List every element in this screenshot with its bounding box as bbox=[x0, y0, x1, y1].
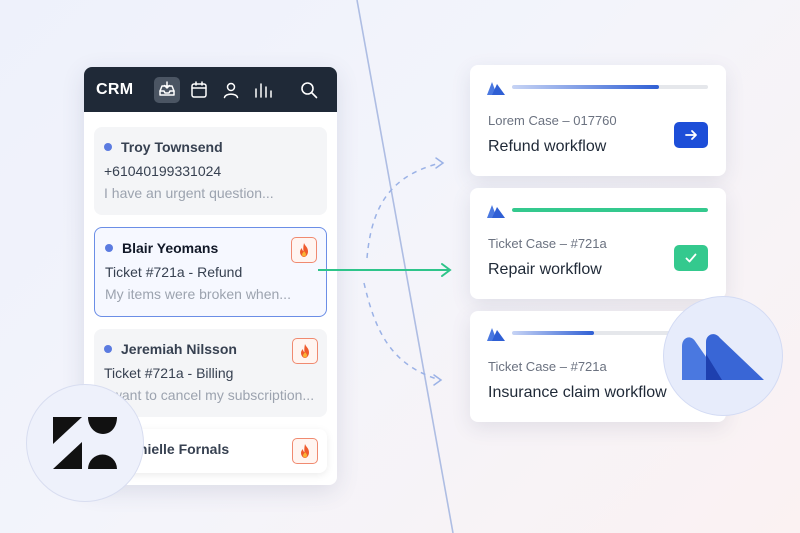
ticket-item-selected[interactable]: Blair Yeomans Ticket #721a - Refund My i… bbox=[94, 227, 327, 317]
crm-header: CRM bbox=[84, 67, 337, 112]
brand-logo-icon bbox=[487, 205, 505, 218]
inbox-icon[interactable] bbox=[154, 76, 180, 103]
calendar-icon[interactable] bbox=[186, 77, 212, 103]
brand-logo-icon bbox=[487, 82, 505, 95]
workflow-title: Repair workflow bbox=[488, 261, 602, 278]
brand-logo-icon bbox=[682, 334, 764, 380]
status-dot bbox=[104, 345, 112, 353]
ticket-subject: Ticket #721a - Billing bbox=[104, 365, 234, 381]
brand-logo-badge bbox=[663, 296, 783, 416]
check-icon bbox=[685, 253, 697, 263]
ticket-phone: +61040199331024 bbox=[104, 163, 222, 179]
workflow-progress bbox=[512, 85, 708, 89]
chart-icon[interactable] bbox=[250, 77, 276, 103]
workflow-case-id: Ticket Case – #721a bbox=[488, 359, 607, 374]
arrow-right-icon bbox=[685, 130, 697, 140]
user-icon[interactable] bbox=[218, 77, 244, 103]
zendesk-logo-icon bbox=[53, 417, 117, 469]
status-dot bbox=[105, 244, 113, 252]
ticket-item[interactable]: Troy Townsend +61040199331024 I have an … bbox=[94, 127, 327, 215]
crm-nav bbox=[154, 76, 322, 103]
ticket-customer-name: Jeremiah Nilsson bbox=[121, 341, 237, 357]
ticket-preview: My items were broken when... bbox=[105, 286, 291, 302]
crm-title: CRM bbox=[96, 80, 134, 98]
fire-icon bbox=[292, 438, 318, 464]
workflow-card-refund[interactable]: Lorem Case – 017760 Refund workflow bbox=[470, 65, 726, 176]
workflow-case-id: Ticket Case – #721a bbox=[488, 236, 607, 251]
ticket-preview: I want to cancel my subscription... bbox=[104, 387, 315, 403]
fire-icon bbox=[292, 338, 318, 364]
status-dot bbox=[104, 143, 112, 151]
ticket-subject: Ticket #721a - Refund bbox=[105, 264, 243, 280]
brand-logo-icon bbox=[487, 328, 505, 341]
ticket-customer-name: Blair Yeomans bbox=[122, 240, 219, 256]
workflow-progress bbox=[512, 208, 708, 212]
workflow-title: Refund workflow bbox=[488, 138, 607, 155]
fire-icon bbox=[291, 237, 317, 263]
zendesk-logo-badge bbox=[26, 384, 144, 502]
search-icon[interactable] bbox=[296, 77, 322, 103]
workflow-card-repair[interactable]: Ticket Case – #721a Repair workflow bbox=[470, 188, 726, 299]
workflow-title: Insurance claim workflow bbox=[488, 384, 667, 401]
check-button[interactable] bbox=[674, 245, 708, 271]
workflow-case-id: Lorem Case – 017760 bbox=[488, 113, 617, 128]
ticket-customer-name: Troy Townsend bbox=[121, 139, 223, 155]
ticket-preview: I have an urgent question... bbox=[104, 185, 274, 201]
arrow-right-button[interactable] bbox=[674, 122, 708, 148]
